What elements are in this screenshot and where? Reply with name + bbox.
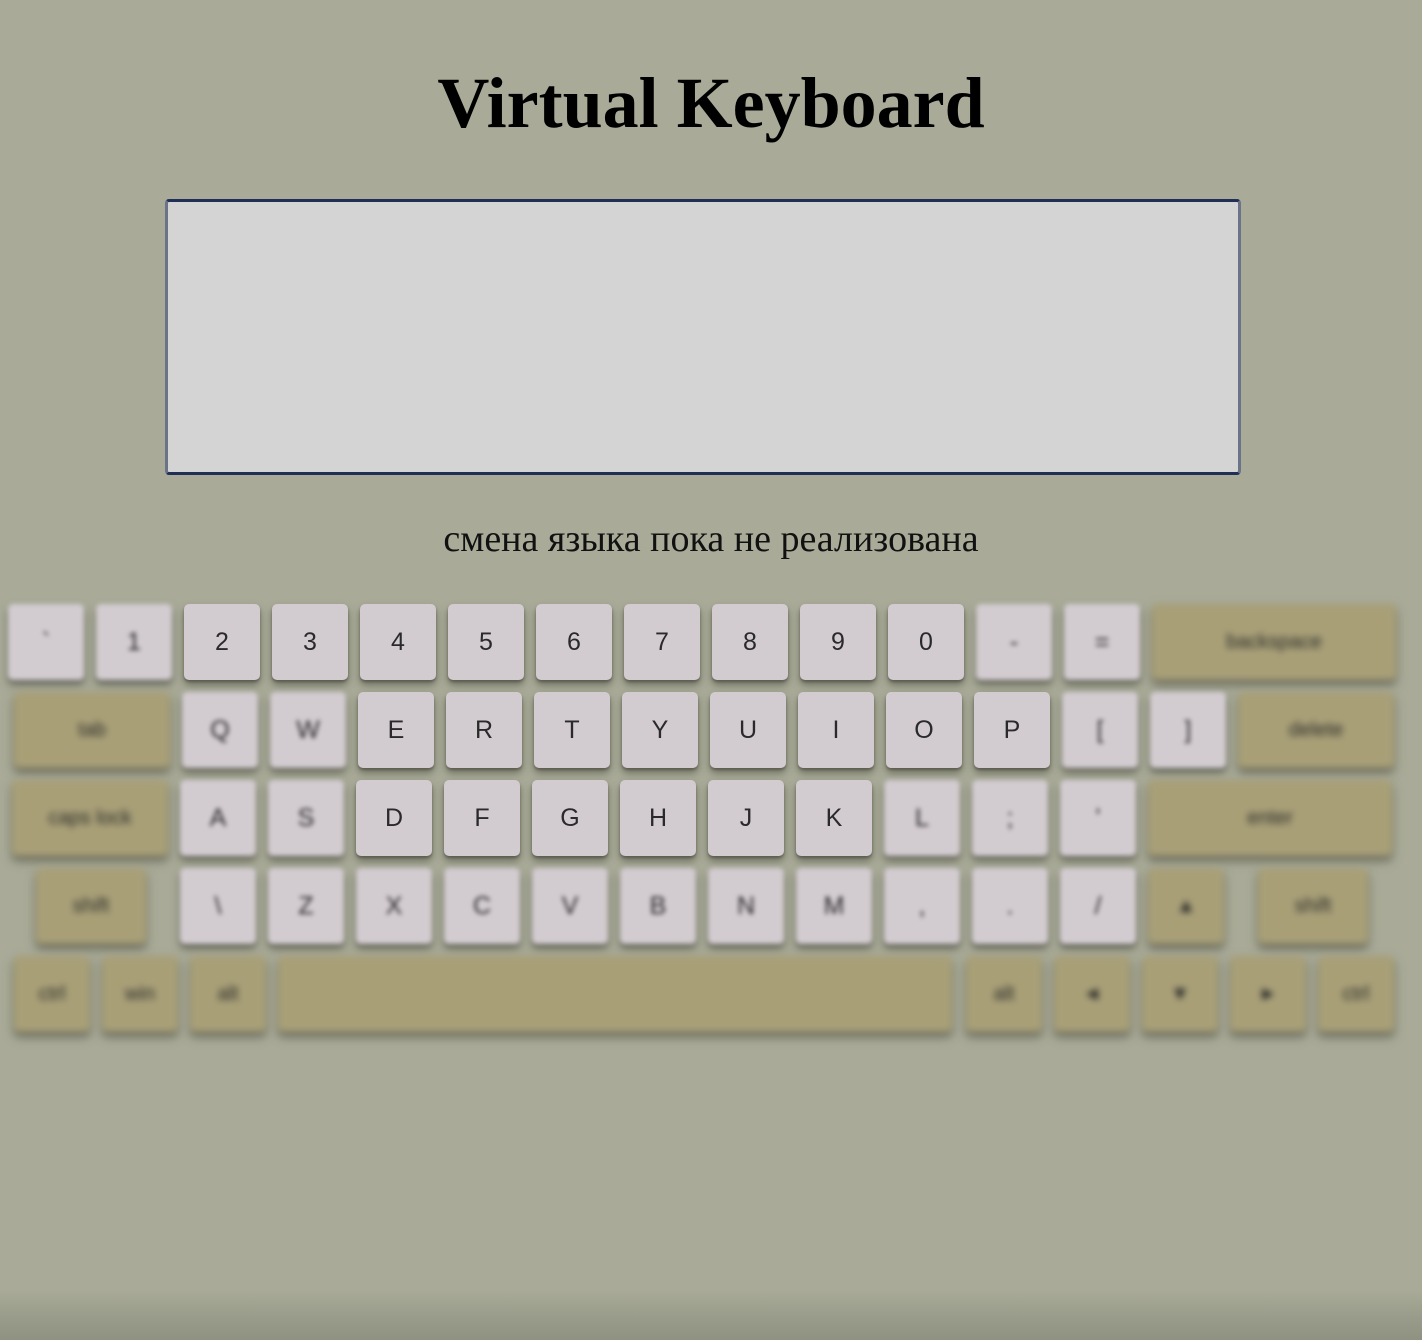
key-ctrl-right[interactable]: ctrl xyxy=(1318,956,1394,1032)
key-n[interactable]: N xyxy=(708,868,784,944)
key-9[interactable]: 9 xyxy=(800,604,876,680)
key-7[interactable]: 7 xyxy=(624,604,700,680)
key-period[interactable]: . xyxy=(972,868,1048,944)
key-quote[interactable]: ' xyxy=(1060,780,1136,856)
key-5[interactable]: 5 xyxy=(448,604,524,680)
key-equal[interactable]: = xyxy=(1064,604,1140,680)
key-e[interactable]: E xyxy=(358,692,434,768)
key-t[interactable]: T xyxy=(534,692,610,768)
key-4[interactable]: 4 xyxy=(360,604,436,680)
bottom-bar xyxy=(0,1290,1422,1340)
key-c[interactable]: C xyxy=(444,868,520,944)
key-delete[interactable]: delete xyxy=(1238,692,1394,768)
key-m[interactable]: M xyxy=(796,868,872,944)
key-slash[interactable]: / xyxy=(1060,868,1136,944)
language-switch-notice: смена языка пока не реализована xyxy=(443,518,979,560)
key-alt-right[interactable]: alt xyxy=(966,956,1042,1032)
key-w[interactable]: W xyxy=(270,692,346,768)
key-6[interactable]: 6 xyxy=(536,604,612,680)
key-tab[interactable]: tab xyxy=(14,692,170,768)
key-x[interactable]: X xyxy=(356,868,432,944)
key-j[interactable]: J xyxy=(708,780,784,856)
key-backquote[interactable]: ` xyxy=(8,604,84,680)
key-semicolon[interactable]: ; xyxy=(972,780,1048,856)
key-ctrl-left[interactable]: ctrl xyxy=(14,956,90,1032)
key-caps-lock[interactable]: caps lock xyxy=(12,780,168,856)
key-y[interactable]: Y xyxy=(622,692,698,768)
text-input-area[interactable] xyxy=(165,199,1241,475)
page-title: Virtual Keyboard xyxy=(437,63,985,143)
key-f[interactable]: F xyxy=(444,780,520,856)
key-shift-left[interactable]: shift xyxy=(36,868,146,944)
key-b[interactable]: B xyxy=(620,868,696,944)
key-l[interactable]: L xyxy=(884,780,960,856)
key-a[interactable]: A xyxy=(180,780,256,856)
key-u[interactable]: U xyxy=(710,692,786,768)
key-alt-left[interactable]: alt xyxy=(190,956,266,1032)
key-0[interactable]: 0 xyxy=(888,604,964,680)
key-z[interactable]: Z xyxy=(268,868,344,944)
key-s[interactable]: S xyxy=(268,780,344,856)
key-arrow-up[interactable]: ▲ xyxy=(1148,868,1224,944)
key-enter[interactable]: enter xyxy=(1148,780,1392,856)
key-comma[interactable]: , xyxy=(884,868,960,944)
key-r[interactable]: R xyxy=(446,692,522,768)
key-shift-right[interactable]: shift xyxy=(1258,868,1368,944)
key-h[interactable]: H xyxy=(620,780,696,856)
key-2[interactable]: 2 xyxy=(184,604,260,680)
key-bracket-right[interactable]: ] xyxy=(1150,692,1226,768)
key-k[interactable]: K xyxy=(796,780,872,856)
key-arrow-left[interactable]: ◄ xyxy=(1054,956,1130,1032)
key-3[interactable]: 3 xyxy=(272,604,348,680)
key-v[interactable]: V xyxy=(532,868,608,944)
key-minus[interactable]: - xyxy=(976,604,1052,680)
key-space[interactable] xyxy=(278,956,952,1032)
key-8[interactable]: 8 xyxy=(712,604,788,680)
key-g[interactable]: G xyxy=(532,780,608,856)
key-q[interactable]: Q xyxy=(182,692,258,768)
key-d[interactable]: D xyxy=(356,780,432,856)
key-arrow-right[interactable]: ► xyxy=(1230,956,1306,1032)
key-1[interactable]: 1 xyxy=(96,604,172,680)
key-backspace[interactable]: backspace xyxy=(1152,604,1396,680)
key-backslash[interactable]: \ xyxy=(180,868,256,944)
key-bracket-left[interactable]: [ xyxy=(1062,692,1138,768)
key-win[interactable]: win xyxy=(102,956,178,1032)
key-o[interactable]: O xyxy=(886,692,962,768)
key-i[interactable]: I xyxy=(798,692,874,768)
key-p[interactable]: P xyxy=(974,692,1050,768)
key-arrow-down[interactable]: ▼ xyxy=(1142,956,1218,1032)
